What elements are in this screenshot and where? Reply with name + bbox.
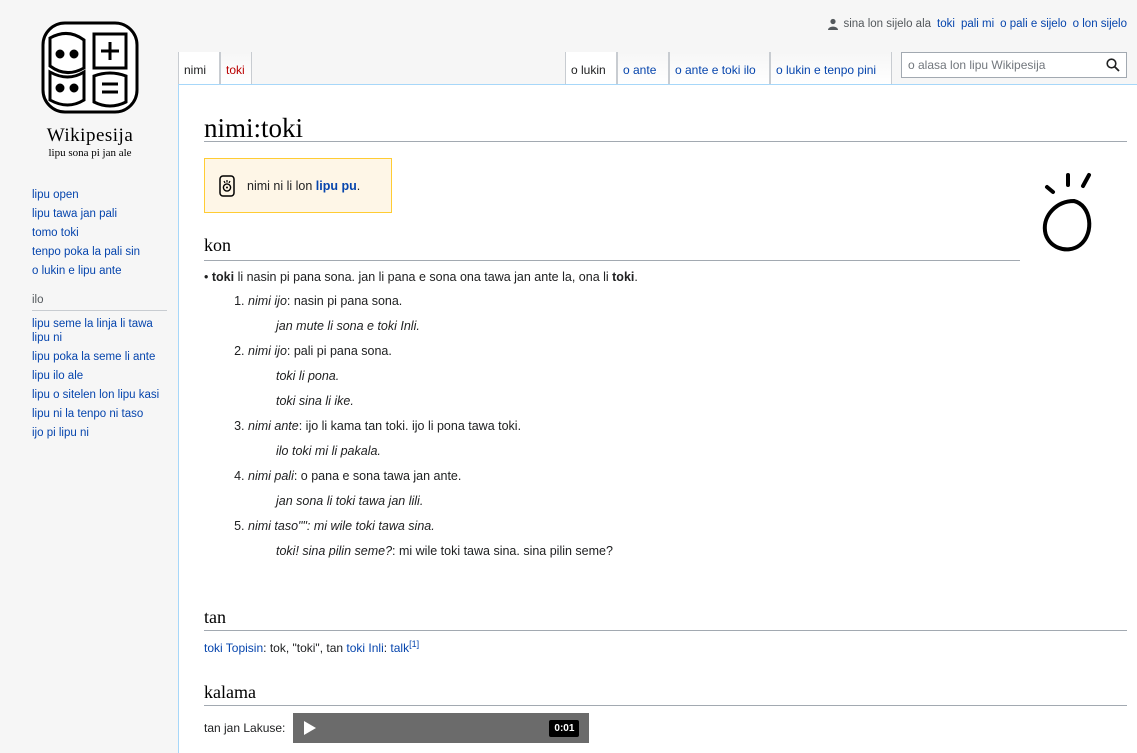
reference-link[interactable]: [1] — [409, 639, 419, 649]
link-toki-topisin[interactable]: toki Topisin — [204, 641, 263, 655]
sidebar-tools-heading: ilo — [32, 294, 167, 311]
sense-example: toki sina li ike. — [276, 394, 354, 408]
definition-summary: • toki li nasin pi pana sona. jan li pan… — [204, 270, 638, 284]
section-divider-tan — [204, 630, 1127, 631]
sidebar-item-recent-changes[interactable]: tenpo poka la pali sin — [32, 246, 140, 258]
tab-talk-label: toki — [226, 63, 245, 77]
toki-sitelen-icon — [1042, 173, 1092, 252]
sense-definition: : nasin pi pana sona. — [286, 294, 403, 308]
sense-label: nimi ijo — [248, 294, 287, 308]
tab-read[interactable]: o lukin — [565, 52, 617, 84]
tab-word-label: nimi — [184, 63, 207, 77]
summary-word-2: toki — [612, 270, 635, 284]
sense-item: nimi taso"": mi wile toki tawa sina. tok… — [248, 518, 1127, 559]
logo-wordmark: Wikipesija — [46, 125, 134, 146]
personal-link-contributions[interactable]: pali mi — [961, 18, 994, 30]
definition-body: • toki li nasin pi pana sona. jan li pan… — [204, 269, 1127, 568]
tab-edit-label: o ante — [623, 63, 657, 77]
user-status: sina lon sijelo ala — [827, 18, 931, 30]
sense-definition: : o pana e sona tawa jan ante. — [293, 469, 462, 483]
sidebar-navigation: lipu open lipu tawa jan pali tomo toki t… — [32, 188, 172, 278]
personal-link-talk[interactable]: toki — [937, 18, 955, 30]
sense-example: ilo toki mi li pakala. — [276, 444, 381, 458]
personal-tools: sina lon sijelo ala toki pali mi o pali … — [827, 18, 1127, 30]
tab-history-label: o lukin e tenpo pini — [776, 63, 877, 77]
sidebar-item-page-information[interactable]: ijo pi lipu ni — [32, 427, 89, 439]
sidebar-item-main-page[interactable]: lipu open — [32, 189, 79, 201]
site-logo[interactable]: Wikipesija lipu sona pi jan ale — [10, 20, 170, 160]
pronunciation-label: tan jan Lakuse: — [204, 721, 286, 735]
tab-edit-source[interactable]: o ante e toki ilo — [669, 52, 770, 84]
notice-end: . — [356, 178, 361, 193]
sense-item: nimi ante: ijo li kama tan toki. ijo li … — [248, 418, 1127, 459]
sidebar: lipu open lipu tawa jan pali tomo toki t… — [32, 188, 172, 445]
sidebar-item-printable-version[interactable]: lipu o sitelen lon lipu kasi — [32, 389, 159, 401]
section-heading-kon: kon — [204, 235, 231, 255]
sense-label: nimi ijo — [248, 344, 287, 358]
tab-edit[interactable]: o ante — [617, 52, 669, 84]
personal-link-login[interactable]: o lon sijelo — [1073, 18, 1127, 30]
pu-book-icon — [219, 174, 235, 197]
sense-definition: : pali pi pana sona. — [286, 344, 392, 358]
tab-word[interactable]: nimi — [178, 52, 220, 84]
sidebar-item-random-page[interactable]: o lukin e lipu ante — [32, 265, 122, 277]
example-italic: toki! sina pilin seme? — [276, 544, 393, 558]
etymology-line: toki Topisin: tok, "toki", tan toki Inli… — [204, 639, 419, 655]
audio-player[interactable]: 0:01 — [293, 713, 590, 743]
etymology-text: : tok, "toki", tan — [263, 641, 347, 655]
tab-edit-source-label: o ante e toki ilo — [675, 63, 756, 77]
content-area: nimi:toki nimi ni li lon lipu pu. kon • … — [178, 84, 1137, 753]
page-tabs: nimi toki o lukin o ante o ante e toki i… — [178, 52, 1127, 84]
sense-label: nimi taso"": mi wile toki tawa sina. — [248, 519, 435, 533]
example-rest: : mi wile toki tawa sina. sina pilin sem… — [392, 544, 613, 558]
sense-label: nimi ante — [248, 419, 299, 433]
sense-list: nimi ijo: nasin pi pana sona. jan mute l… — [204, 293, 1127, 559]
sidebar-item-what-links-here[interactable]: lipu seme la linja li tawa lipu ni — [32, 318, 153, 344]
sense-item: nimi ijo: nasin pi pana sona. jan mute l… — [248, 293, 1127, 334]
tab-history[interactable]: o lukin e tenpo pini — [770, 52, 892, 84]
logo-tagline: lipu sona pi jan ale — [48, 147, 132, 159]
sense-example: jan sona li toki tawa jan lili. — [276, 494, 424, 508]
sidebar-item-special-pages[interactable]: lipu ilo ale — [32, 370, 83, 382]
sidebar-item-community-portal[interactable]: lipu tawa jan pali — [32, 208, 117, 220]
search-input[interactable]: o alasa lon lipu Wikipesija — [901, 52, 1127, 78]
search-icon[interactable] — [1106, 58, 1120, 72]
section-heading-tan: tan — [204, 607, 226, 627]
section-divider-kon — [204, 260, 1020, 261]
search-placeholder: o alasa lon lipu Wikipesija — [908, 58, 1046, 72]
summary-word: toki — [211, 270, 235, 284]
page-title: nimi:toki — [204, 113, 304, 143]
audio-duration: 0:01 — [549, 719, 580, 737]
notice-prefix: nimi ni li lon — [247, 178, 316, 193]
sense-label: nimi pali — [248, 469, 294, 483]
sense-example: toki! sina pilin seme?: mi wile toki taw… — [276, 543, 1127, 559]
sense-item: nimi pali: o pana e sona tawa jan ante. … — [248, 468, 1127, 509]
logo-glyph-icon — [41, 21, 139, 114]
sidebar-tools: lipu seme la linja li tawa lipu ni lipu … — [32, 317, 172, 440]
notice-box: nimi ni li lon lipu pu. — [204, 158, 392, 213]
summary-end: . — [634, 270, 638, 284]
notice-text: nimi ni li lon lipu pu. — [247, 179, 360, 193]
sense-definition: : ijo li kama tan toki. ijo li pona tawa… — [298, 419, 522, 433]
section-heading-kalama: kalama — [204, 682, 256, 702]
sense-example: jan mute li sona e toki Inli. — [276, 319, 420, 333]
tab-read-label: o lukin — [571, 63, 606, 77]
title-divider — [204, 141, 1127, 142]
summary-text: li nasin pi pana sona. jan li pana e son… — [234, 270, 613, 284]
sidebar-item-related-changes[interactable]: lipu poka la seme li ante — [32, 351, 155, 363]
pronunciation-line: tan jan Lakuse: 0:01 — [204, 713, 590, 743]
link-talk[interactable]: talk — [390, 641, 409, 655]
sense-item: nimi ijo: pali pi pana sona. toki li pon… — [248, 343, 1127, 409]
tab-talk[interactable]: toki — [220, 52, 252, 84]
user-icon — [828, 18, 839, 30]
sense-example: toki li pona. — [276, 369, 340, 383]
link-toki-inli[interactable]: toki Inli — [346, 641, 383, 655]
play-icon[interactable] — [303, 720, 317, 736]
user-status-text: sina lon sijelo ala — [843, 18, 932, 30]
personal-link-create-account[interactable]: o pali e sijelo — [1000, 18, 1066, 30]
section-divider-kalama — [204, 705, 1127, 706]
notice-link-lipu-pu[interactable]: lipu pu — [316, 179, 357, 193]
sidebar-item-permanent-link[interactable]: lipu ni la tenpo ni taso — [32, 408, 143, 420]
sidebar-item-village-pump[interactable]: tomo toki — [32, 227, 79, 239]
